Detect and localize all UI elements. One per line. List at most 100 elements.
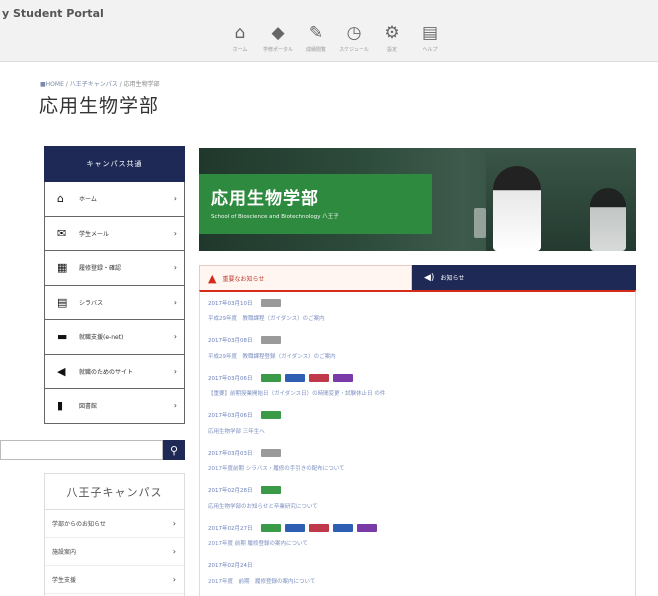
- nav-portal-button[interactable]: ◆ 学修ポータル: [260, 24, 296, 60]
- category-badge: [284, 373, 305, 382]
- nav-settings-button[interactable]: ⚙ 設定: [374, 24, 410, 60]
- news-date: 2017年02月24日: [208, 563, 253, 569]
- news-title-link[interactable]: 応用生物学部 三年生へ: [208, 427, 627, 435]
- megaphone-icon: ◀: [57, 364, 66, 378]
- news-title-link[interactable]: 【重要】前期授業開始日（ガイダンス日）の時間変更・試験休止日 の件: [208, 389, 627, 397]
- nav-label: スケジュール: [339, 47, 369, 53]
- news-item: 2017年03月10日平成29年度 教職課程（ガイダンス）のご案内: [200, 292, 635, 330]
- tab-important-notices[interactable]: ▲ 重要なお知らせ: [199, 265, 412, 290]
- chevron-right-icon: ›: [172, 575, 176, 584]
- campus-item-facilities[interactable]: 施設案内 ›: [45, 538, 184, 566]
- diamond-icon: ◆: [271, 23, 285, 43]
- menu-item-library[interactable]: ▮ 図書館 ›: [44, 389, 185, 424]
- menu-item-label: 図書館: [79, 403, 98, 411]
- chevron-right-icon: ›: [172, 547, 176, 556]
- nav-help-button[interactable]: ▤ ヘルプ: [412, 24, 448, 60]
- menu-item-career-support[interactable]: ▬ 就職支援(e-net) ›: [44, 320, 185, 355]
- news-meta: 2017年02月24日: [208, 560, 627, 571]
- category-badge: [308, 373, 329, 382]
- category-badge: [260, 298, 281, 307]
- portal-title: y Student Portal: [2, 7, 104, 20]
- search-icon: ⚲: [169, 443, 179, 457]
- chevron-right-icon: ›: [173, 228, 177, 238]
- chevron-right-icon: ›: [173, 263, 177, 273]
- home-icon: ⌂: [234, 23, 246, 43]
- category-badge: [308, 523, 329, 532]
- news-date: 2017年03月06日: [208, 413, 253, 419]
- news-date: 2017年03月08日: [208, 338, 253, 344]
- menu-item-career-sites[interactable]: ◀ 就職のためのサイト ›: [44, 354, 185, 389]
- hero-title: 応用生物学部: [211, 189, 319, 209]
- category-badge: [260, 411, 281, 419]
- menu-item-syllabus[interactable]: ▤ シラバス ›: [44, 285, 185, 320]
- menu-item-label: 就職のためのサイト: [79, 368, 134, 376]
- menu-item-mail[interactable]: ✉ 学生メール ›: [44, 216, 185, 251]
- chevron-right-icon: ›: [173, 366, 177, 376]
- category-badge: [260, 486, 281, 494]
- menu-item-label: 学生メール: [79, 230, 110, 238]
- news-item: 2017年03月06日応用生物学部 三年生へ: [200, 405, 635, 443]
- nav-grades-button[interactable]: ✎ 成績閲覧: [298, 24, 334, 60]
- menu-item-registration[interactable]: ▦ 履修登録・確認 ›: [44, 251, 185, 286]
- news-title-link[interactable]: 2017年度 前期 履修登録の案内について: [208, 577, 627, 585]
- campus-item-label: 学部からのお知らせ: [52, 521, 106, 528]
- menu-item-label: シラバス: [79, 299, 103, 307]
- news-date: 2017年03月10日: [208, 300, 253, 307]
- hero-label: 応用生物学部 School of Bioscience and Biotechn…: [199, 174, 432, 234]
- news-title-link[interactable]: 平成29年度 教職課程（ガイダンス）のご案内: [208, 314, 627, 322]
- news-date: 2017年02月28日: [208, 488, 253, 494]
- news-date: 2017年03月03日: [208, 450, 253, 457]
- tab-label: 重要なお知らせ: [222, 275, 265, 283]
- menu-item-label: ホーム: [79, 196, 97, 204]
- chevron-right-icon: ›: [172, 519, 176, 528]
- nav-label: ヘルプ: [422, 47, 438, 53]
- hero-subtitle: School of Bioscience and Biotechnology 八…: [211, 214, 339, 220]
- category-badge: [332, 523, 353, 532]
- nav-home-button[interactable]: ⌂ ホーム: [222, 24, 258, 60]
- search-input[interactable]: [0, 440, 163, 460]
- news-meta: 2017年02月28日: [208, 485, 627, 496]
- nav-label: 設定: [386, 47, 397, 53]
- news-date: 2017年03月06日: [208, 375, 253, 382]
- top-nav: ⌂ ホーム ◆ 学修ポータル ✎ 成績閲覧 ◷ スケジュール ⚙ 設定 ▤ ヘル…: [222, 24, 448, 60]
- breadcrumb-home[interactable]: ■HOME: [40, 81, 64, 88]
- campus-item-faculty-news[interactable]: 学部からのお知らせ ›: [45, 510, 184, 538]
- news-date: 2017年02月27日: [208, 525, 253, 532]
- category-badge: [356, 523, 377, 532]
- menu-item-home[interactable]: ⌂ ホーム ›: [44, 182, 185, 217]
- gear-icon: ⚙: [384, 23, 400, 43]
- news-meta: 2017年02月27日: [208, 522, 627, 533]
- news-title-link[interactable]: 2017年度 前期 履修登録の案内について: [208, 539, 627, 547]
- category-badge: [260, 373, 281, 382]
- category-badge: [284, 523, 305, 532]
- mail-icon: ✉: [57, 226, 67, 240]
- breadcrumb-campus[interactable]: 八王子キャンパス: [70, 81, 118, 88]
- breadcrumb-current: 応用生物学部: [123, 81, 160, 88]
- category-badge: [260, 336, 281, 344]
- news-title-link[interactable]: 2017年度前期 シラバス・履修の手引きの配布について: [208, 464, 627, 472]
- news-item: 2017年03月06日【重要】前期授業開始日（ガイダンス日）の時間変更・試験休止…: [200, 367, 635, 405]
- nav-schedule-button[interactable]: ◷ スケジュール: [336, 24, 372, 60]
- flask-image: [474, 208, 486, 238]
- tab-label: お知らせ: [440, 275, 465, 282]
- news-title-link[interactable]: 応用生物学部のお知らせと卒業研究について: [208, 502, 627, 510]
- student-image: [493, 166, 541, 251]
- table-icon: ▦: [57, 261, 68, 275]
- news-item: 2017年03月03日 2017年度前期 シラバス・履修の手引きの配布について: [200, 442, 635, 480]
- news-title-link[interactable]: 平成29年度 教職課程登録（ガイダンス）のご案内: [208, 352, 627, 360]
- category-badge: [260, 448, 281, 457]
- search-button[interactable]: ⚲: [163, 440, 185, 460]
- news-meta: 2017年03月06日: [208, 410, 627, 421]
- chevron-right-icon: ›: [173, 332, 177, 342]
- campus-item-student-support[interactable]: 学生支援 ›: [45, 566, 184, 594]
- tab-notices[interactable]: ◀) お知らせ: [412, 265, 636, 290]
- campus-item-label: 施設案内: [52, 549, 77, 556]
- nav-label: 成績閲覧: [305, 47, 326, 53]
- clock-icon: ◷: [346, 23, 362, 43]
- category-badge: [260, 523, 281, 532]
- news-item: 2017年03月08日平成29年度 教職課程登録（ガイダンス）のご案内: [200, 330, 635, 368]
- nav-label: 学修ポータル: [262, 47, 293, 53]
- campus-menu-title: 八王子キャンパス: [45, 474, 184, 510]
- news-item: 2017年02月28日応用生物学部のお知らせと卒業研究について: [200, 480, 635, 518]
- breadcrumb: ■HOME / 八王子キャンパス / 応用生物学部: [40, 79, 160, 88]
